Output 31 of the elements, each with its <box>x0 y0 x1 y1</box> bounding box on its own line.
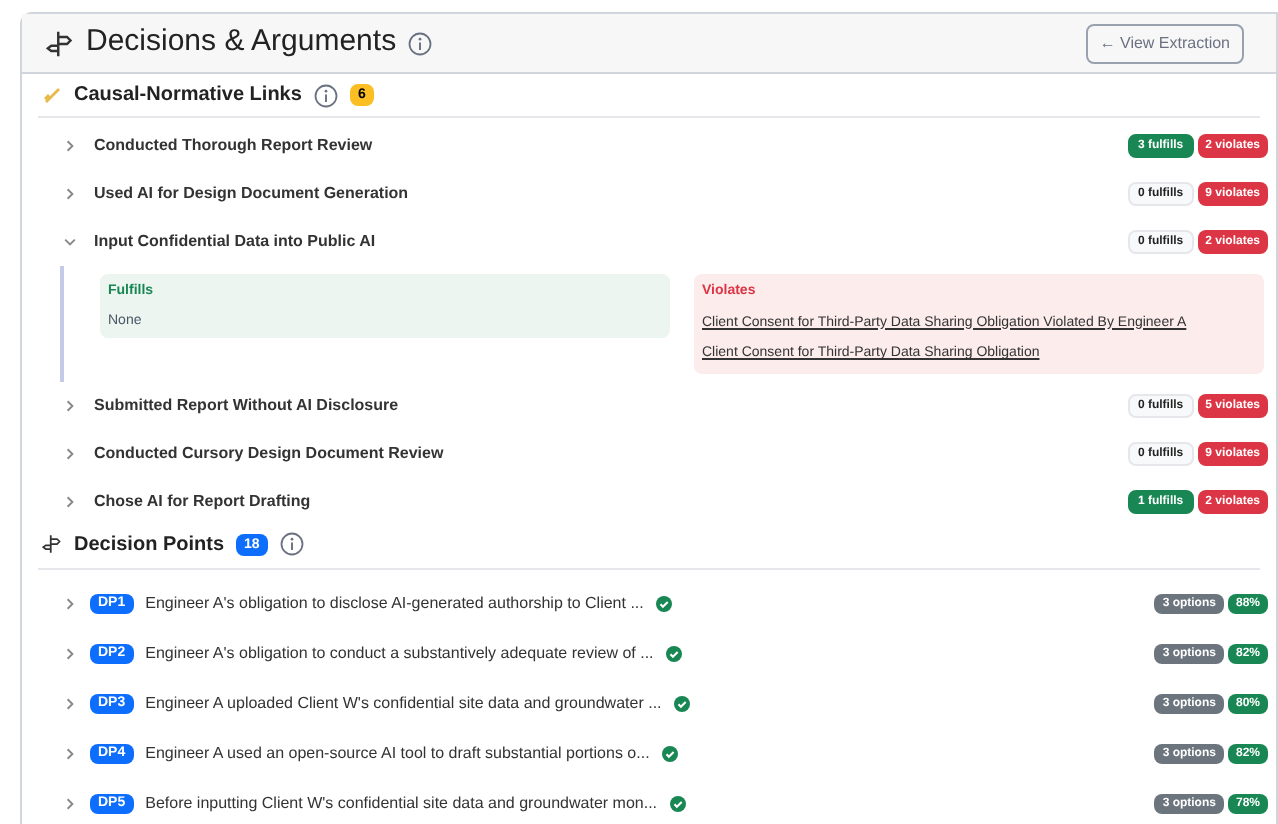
section-title: Decision Points <box>74 531 225 559</box>
decision-row-text[interactable]: Engineer A's obligation to disclose AI-generated authorship to Client ... <box>145 592 644 616</box>
panel-title: Decisions & Arguments <box>86 22 397 63</box>
chevron-icon[interactable] <box>62 397 78 413</box>
chevron-icon[interactable] <box>62 646 78 662</box>
chevron-icon[interactable] <box>62 186 78 202</box>
info-icon <box>279 532 304 556</box>
chevron-icon[interactable] <box>62 493 78 509</box>
link-row-label[interactable]: Conducted Cursory Design Document Review <box>94 441 444 465</box>
chevron-icon[interactable] <box>62 138 78 154</box>
view-extraction-button[interactable]: ← View Extraction <box>1085 23 1244 63</box>
chevron-icon[interactable] <box>62 696 78 712</box>
info-icon <box>313 83 338 107</box>
chevron-icon[interactable] <box>62 445 78 461</box>
decision-row-text[interactable]: Before inputting Client W's confidential site data and groundwater mon... <box>145 792 658 816</box>
info-icon <box>408 31 433 55</box>
link-row-label[interactable]: Submitted Report Without AI Disclosure <box>94 393 399 417</box>
link-row-label[interactable]: Conducted Thorough Report Review <box>94 134 373 158</box>
chevron-icon[interactable] <box>62 596 78 612</box>
decision-row-text[interactable]: Engineer A's obligation to conduct a substantively adequate review of ... <box>145 642 654 666</box>
link-row-label[interactable]: Chose AI for Report Drafting <box>94 489 311 513</box>
chevron-icon[interactable] <box>62 746 78 762</box>
link-row-label[interactable]: Input Confidential Data into Public AI <box>94 230 376 254</box>
link-row-label[interactable]: Used AI for Design Document Generation <box>94 182 409 206</box>
chevron-icon[interactable] <box>62 234 78 250</box>
decision-row-text[interactable]: Engineer A uploaded Client W's confidential site data and groundwater ... <box>145 692 662 716</box>
chevron-icon[interactable] <box>62 796 78 812</box>
section-title: Causal-Normative Links <box>74 82 302 110</box>
signpost-icon <box>42 534 62 554</box>
decision-row-text[interactable]: Engineer A used an open-source AI tool to draft substantial portions o... <box>145 742 650 766</box>
signpost-icon <box>46 29 74 57</box>
